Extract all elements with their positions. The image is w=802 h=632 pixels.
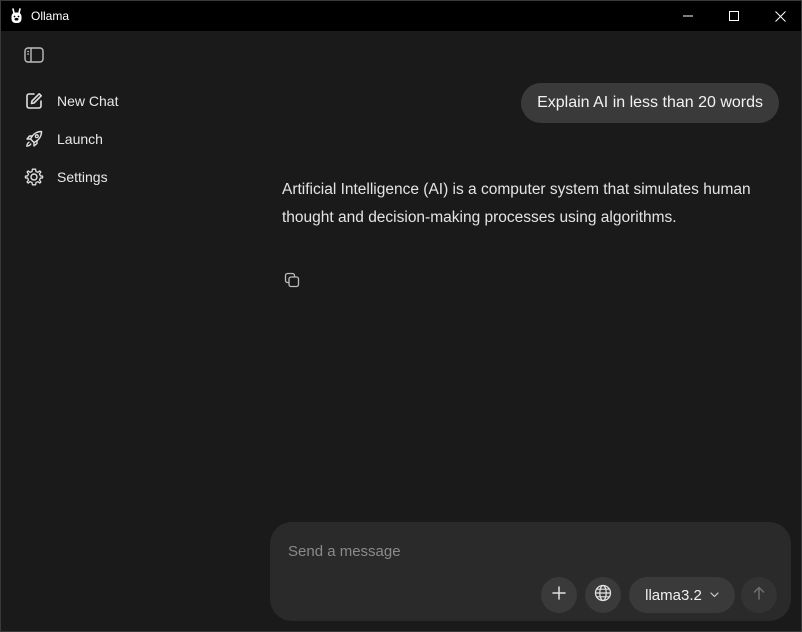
app-window: Ollama New Chat Launch Settings Explain … (0, 0, 802, 632)
arrow-up-icon (752, 586, 766, 605)
web-search-button[interactable] (585, 577, 621, 613)
sidebar-item-label: New Chat (57, 93, 119, 109)
maximize-icon (729, 11, 739, 21)
sidebar-item-new-chat[interactable]: New Chat (23, 88, 223, 114)
message-composer: llama3.2 (270, 522, 791, 621)
copy-icon (284, 272, 300, 293)
sidebar-item-label: Launch (57, 131, 103, 147)
sidebar: New Chat Launch Settings (1, 31, 261, 631)
close-button[interactable] (757, 1, 802, 31)
sidebar-item-settings[interactable]: Settings (23, 164, 223, 190)
compose-icon (23, 90, 45, 112)
window-title: Ollama (31, 9, 70, 23)
send-button[interactable] (741, 577, 777, 613)
close-icon (774, 10, 786, 22)
title-bar[interactable]: Ollama (1, 1, 801, 31)
model-selector[interactable]: llama3.2 (629, 577, 735, 613)
sidebar-toggle-icon (24, 46, 44, 68)
sidebar-item-label: Settings (57, 169, 108, 185)
maximize-button[interactable] (711, 1, 757, 31)
copy-button[interactable] (281, 271, 303, 293)
minimize-button[interactable] (665, 1, 711, 31)
add-attachment-button[interactable] (541, 577, 577, 613)
globe-icon (594, 584, 612, 607)
model-name: llama3.2 (645, 586, 702, 604)
sidebar-toggle-button[interactable] (23, 46, 45, 68)
minimize-icon (683, 11, 693, 21)
chat-area: Explain AI in less than 20 words Artific… (261, 31, 801, 631)
gear-icon (23, 166, 45, 188)
rocket-icon (23, 128, 45, 150)
message-input[interactable] (288, 538, 768, 564)
ollama-llama-icon (10, 8, 23, 24)
sidebar-item-launch[interactable]: Launch (23, 126, 223, 152)
plus-icon (552, 585, 566, 605)
chevron-down-icon (710, 592, 719, 598)
assistant-message: Artificial Intelligence (AI) is a comput… (282, 181, 751, 226)
user-message-bubble: Explain AI in less than 20 words (521, 83, 779, 123)
